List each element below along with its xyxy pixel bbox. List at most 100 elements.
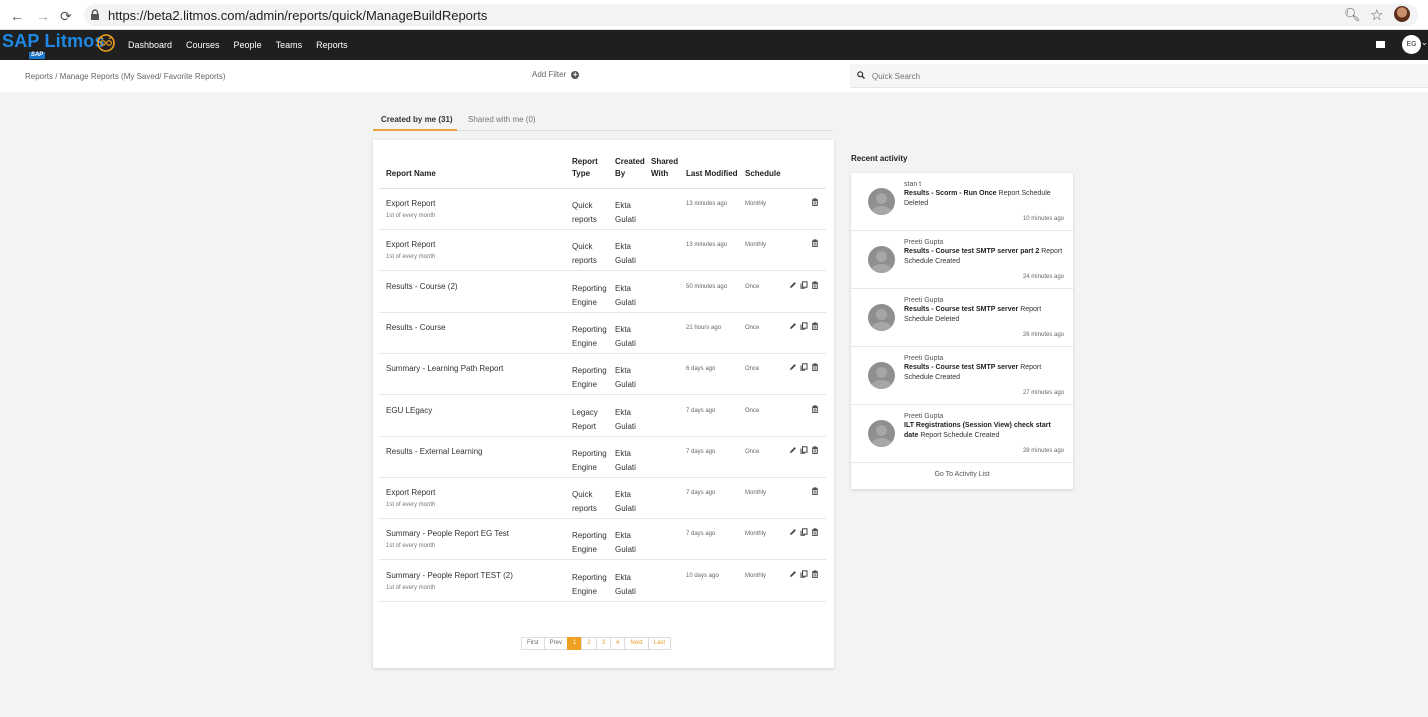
row-actions: [789, 446, 823, 458]
edit-pencil-icon[interactable]: [789, 570, 797, 578]
trash-icon[interactable]: [811, 404, 819, 413]
nav-reports[interactable]: Reports: [316, 40, 348, 50]
table-row[interactable]: Export Report 1st of every month Quick repo…: [373, 478, 834, 520]
page-1[interactable]: 1: [567, 637, 583, 650]
schedule: Monthly: [745, 490, 767, 497]
report-type-line1: Quick: [572, 490, 593, 500]
copy-icon[interactable]: [800, 322, 808, 330]
page-next[interactable]: Next: [624, 637, 649, 650]
page-2[interactable]: 2: [581, 637, 597, 650]
table-row[interactable]: Export Report 1st of every month Quick repo…: [373, 230, 834, 272]
edit-pencil-icon[interactable]: [789, 363, 797, 371]
report-type-line2: Engine: [572, 297, 597, 307]
col-created-by-line2: By: [615, 169, 626, 178]
col-report-name[interactable]: Report Name: [386, 168, 436, 180]
report-name[interactable]: Results - Course (2): [386, 282, 458, 291]
copy-icon[interactable]: [800, 363, 808, 371]
trash-icon[interactable]: [811, 322, 819, 330]
activity-user: Preeti Gupta: [904, 413, 944, 420]
edit-pencil-icon[interactable]: [789, 281, 797, 289]
copy-icon[interactable]: [800, 280, 808, 289]
trash-icon[interactable]: [811, 239, 819, 248]
col-created-by[interactable]: Created By: [615, 156, 645, 180]
created-by-line1: Ekta: [615, 490, 632, 500]
mail-icon[interactable]: [1376, 41, 1385, 48]
zoom-icon[interactable]: 🔍︎: [1344, 7, 1361, 23]
report-name[interactable]: Results - External Learning: [386, 447, 483, 456]
quick-search-input[interactable]: [872, 69, 1412, 83]
breadcrumb[interactable]: Reports / Manage Reports (My Saved/ Favo…: [25, 72, 226, 81]
row-actions: [789, 404, 823, 417]
report-name[interactable]: Export Report: [386, 199, 435, 208]
nav-teams[interactable]: Teams: [276, 40, 303, 50]
report-name[interactable]: Export Report: [386, 488, 435, 497]
copy-icon[interactable]: [800, 528, 808, 537]
edit-pencil-icon[interactable]: [789, 528, 797, 536]
report-name[interactable]: Results - Course: [386, 323, 446, 332]
trash-icon[interactable]: [811, 280, 819, 289]
col-report-type-line2: Type: [572, 169, 591, 178]
add-filter-button[interactable]: Add Filter +: [532, 69, 580, 79]
activity-text: Results - Course test SMTP server Report…: [904, 363, 1064, 383]
schedule: Once: [745, 448, 760, 455]
table-row[interactable]: Summary - People Report EG Test 1st of ev…: [373, 519, 834, 561]
browser-profile-avatar[interactable]: [1394, 6, 1410, 22]
trash-icon[interactable]: [811, 487, 819, 496]
activity-time: 28 minutes ago: [1022, 448, 1064, 454]
litmos-logo[interactable]: SAP Litmos: [2, 31, 105, 52]
nav-courses[interactable]: Courses: [186, 40, 220, 50]
tab-shared-with-me[interactable]: Shared with me (0): [468, 115, 536, 124]
edit-pencil-icon[interactable]: [789, 446, 797, 454]
browser-toolbar: ← → ⟳ https://beta2.litmos.com/admin/rep…: [0, 0, 1428, 30]
address-bar[interactable]: https://beta2.litmos.com/admin/reports/q…: [84, 4, 1418, 26]
copy-icon[interactable]: [800, 569, 808, 578]
forward-arrow-icon[interactable]: →: [36, 8, 50, 24]
copy-icon[interactable]: [800, 446, 808, 454]
table-row[interactable]: Summary - Learning Path Report Reporting E…: [373, 354, 834, 396]
back-arrow-icon[interactable]: ←: [10, 8, 24, 24]
created-by-line2: Gulati: [615, 256, 636, 266]
table-row[interactable]: Results - Course (2) Reporting Engine Ekta G…: [373, 272, 834, 313]
page-last[interactable]: Last: [647, 637, 672, 650]
col-last-modified[interactable]: Last Modified: [686, 168, 738, 180]
table-row[interactable]: Summary - People Report TEST (2) 1st of e…: [373, 561, 834, 602]
nav-dashboard[interactable]: Dashboard: [128, 40, 172, 50]
report-name[interactable]: Export Report: [386, 240, 435, 249]
last-modified: 13 minutes ago: [686, 201, 728, 207]
table-row[interactable]: Results - External Learning Reporting Engi…: [373, 437, 834, 478]
chevron-down-icon[interactable]: ⌄: [1421, 38, 1428, 47]
page-prev[interactable]: Prev: [543, 637, 569, 650]
nav-people[interactable]: People: [234, 40, 262, 50]
col-schedule[interactable]: Schedule: [745, 168, 781, 180]
trash-icon[interactable]: [811, 363, 819, 372]
trash-icon[interactable]: [811, 528, 819, 537]
plus-circle-icon: +: [571, 69, 580, 79]
table-row[interactable]: EGU LEgacy Legacy Report Ekta Gulati 7 days a…: [373, 396, 834, 437]
report-name[interactable]: Summary - Learning Path Report: [386, 364, 503, 373]
trash-icon[interactable]: [811, 446, 819, 454]
page-4[interactable]: 4: [610, 637, 626, 650]
report-name[interactable]: EGU LEgacy: [386, 406, 432, 415]
user-avatar-icon: [868, 420, 895, 447]
activity-item: Preeti Gupta Results - Course test SMTP s…: [851, 347, 1073, 405]
report-name[interactable]: Summary - People Report EG Test: [386, 529, 509, 538]
table-row[interactable]: Export Report 1st of every month Quick repo…: [373, 189, 834, 230]
activity-item: Preeti Gupta Results - Course test SMTP s…: [851, 231, 1073, 289]
trash-icon[interactable]: [811, 198, 819, 206]
report-name[interactable]: Summary - People Report TEST (2): [386, 571, 513, 580]
trash-icon[interactable]: [811, 570, 819, 578]
col-shared-with[interactable]: Shared With: [651, 156, 678, 180]
report-type-line1: Legacy: [572, 407, 598, 417]
bookmark-star-icon[interactable]: ☆: [1370, 6, 1383, 24]
table-row[interactable]: Results - Course Reporting Engine Ekta Gulat…: [373, 313, 834, 354]
created-by-line1: Ekta: [615, 572, 632, 582]
col-report-type[interactable]: Report Type: [572, 156, 598, 180]
page-3[interactable]: 3: [595, 637, 612, 650]
page-first[interactable]: First: [521, 637, 545, 650]
report-schedule-note: 1st of every month: [386, 502, 436, 509]
tab-created-by-me[interactable]: Created by me (31): [381, 115, 453, 124]
user-avatar[interactable]: EG: [1402, 35, 1421, 54]
go-to-activity-list-link[interactable]: Go To Activity List: [851, 471, 1073, 478]
reload-icon[interactable]: ⟳: [60, 8, 72, 25]
edit-pencil-icon[interactable]: [789, 322, 797, 330]
